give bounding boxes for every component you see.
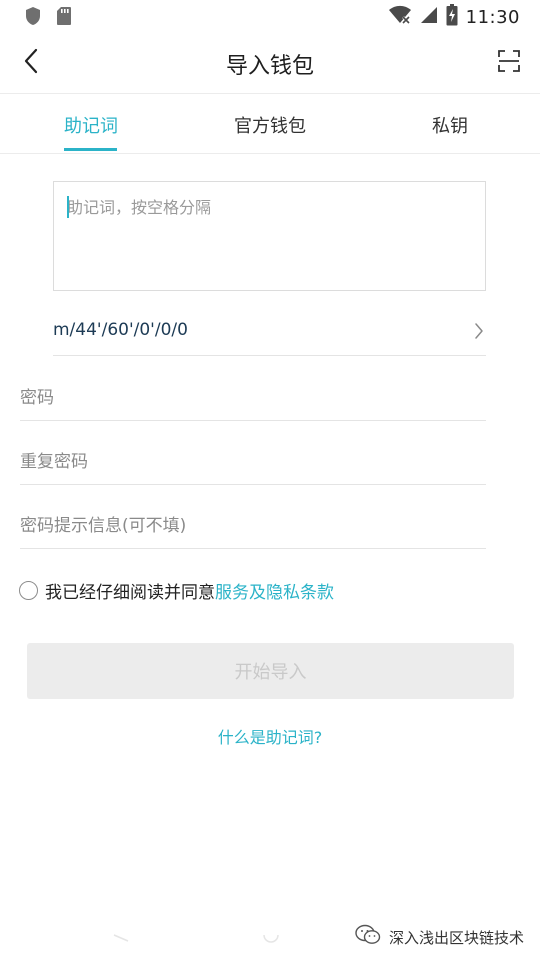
signal-icon <box>420 5 438 29</box>
nav-bar: 导入钱包 <box>0 32 540 94</box>
derivation-path-value: m/44'/60'/0'/0/0 <box>53 320 188 340</box>
agreement-text: 我已经仔细阅读并同意 <box>45 582 215 603</box>
status-bar: 11:30 <box>0 0 540 32</box>
wifi-icon <box>388 5 412 29</box>
password-hint-field-row <box>20 499 486 549</box>
sd-card-icon <box>56 6 72 30</box>
wechat-icon <box>355 924 381 950</box>
watermark-text: 深入浅出区块链技术 <box>388 928 524 947</box>
what-is-mnemonic-link[interactable]: 什么是助记词? <box>0 724 540 748</box>
chevron-right-icon <box>474 322 484 344</box>
active-tab-indicator <box>64 148 117 151</box>
tab-mnemonic[interactable]: 助记词 <box>64 112 118 138</box>
watermark: 深入浅出区块链技术 <box>355 924 524 950</box>
repeat-password-input[interactable] <box>20 435 486 484</box>
import-method-tabs: 助记词 官方钱包 私钥 <box>0 94 540 154</box>
mnemonic-input-box <box>53 181 486 291</box>
nav-back-hint <box>112 928 130 942</box>
tab-official-wallet[interactable]: 官方钱包 <box>234 112 306 138</box>
password-field-row <box>20 371 486 421</box>
mnemonic-input[interactable] <box>54 182 485 290</box>
text-cursor <box>67 196 69 218</box>
tab-private-key[interactable]: 私钥 <box>432 112 468 138</box>
status-time: 11:30 <box>465 6 520 28</box>
shield-icon <box>24 6 42 30</box>
password-hint-input[interactable] <box>20 499 486 548</box>
battery-charging-icon <box>446 4 458 30</box>
repeat-password-field-row <box>20 435 486 485</box>
scan-button[interactable] <box>492 46 526 80</box>
nav-home-hint <box>262 928 280 943</box>
agree-radio[interactable] <box>19 580 38 600</box>
page-title: 导入钱包 <box>225 54 314 79</box>
start-import-button[interactable]: 开始导入 <box>27 643 514 699</box>
agreement-row: 我已经仔细阅读并同意 服务及隐私条款 <box>19 576 334 604</box>
scan-icon <box>498 50 520 76</box>
password-input[interactable] <box>20 371 486 420</box>
derivation-path-selector[interactable]: m/44'/60'/0'/0/0 <box>53 312 486 356</box>
terms-link[interactable]: 服务及隐私条款 <box>215 578 334 603</box>
